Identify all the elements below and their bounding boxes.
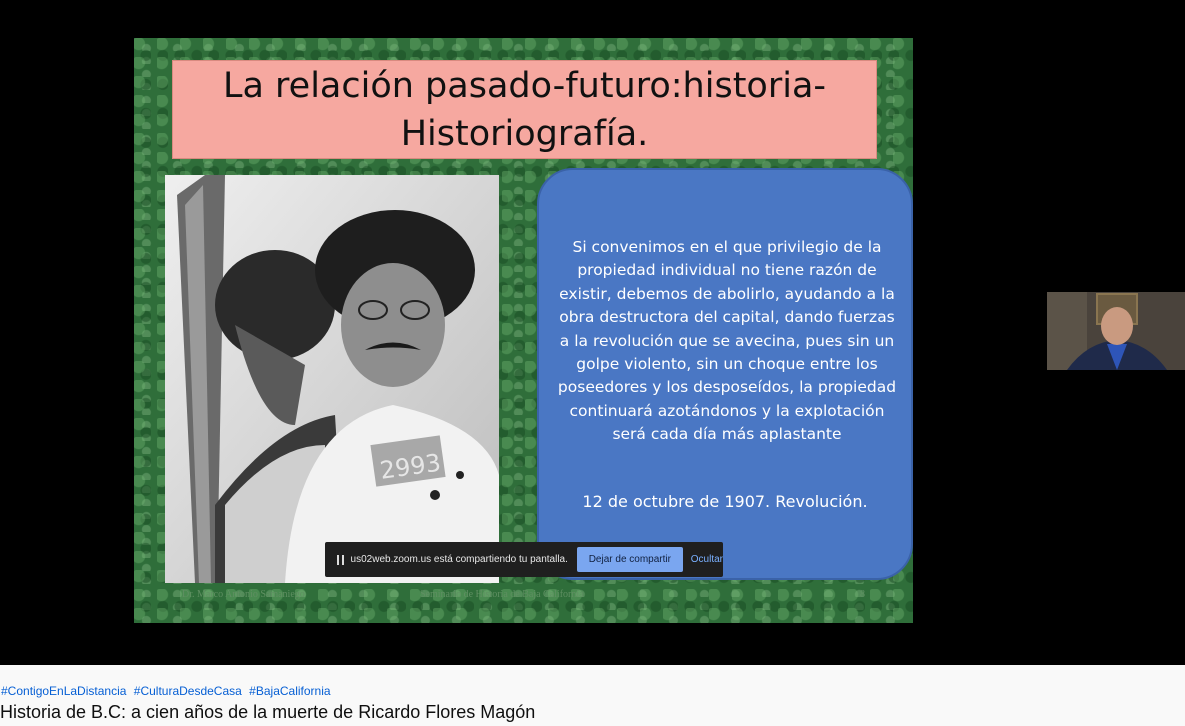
video-player[interactable]: La relación pasado-futuro:historia- Hist… bbox=[0, 0, 1185, 665]
slide-title-line-2: Historiografía. bbox=[400, 113, 649, 154]
slide-page-number: 8 bbox=[860, 589, 865, 600]
quote-text: Si convenimos en el que privilegio de la… bbox=[557, 238, 897, 444]
hashtag-list: #ContigoEnLaDistancia #CulturaDesdeCasa … bbox=[1, 684, 335, 698]
presentation-slide: La relación pasado-futuro:historia- Hist… bbox=[134, 38, 913, 623]
slide-title-box: La relación pasado-futuro:historia- Hist… bbox=[172, 60, 877, 159]
hashtag-link[interactable]: #CulturaDesdeCasa bbox=[134, 684, 242, 698]
hide-button[interactable]: Ocultar bbox=[691, 554, 723, 565]
share-message: us02web.zoom.us está compartiendo tu pan… bbox=[350, 554, 568, 565]
slide-footer-author: Dr. Marco Antonio Samaniego bbox=[182, 589, 305, 600]
video-title: Historia de B.C: a cien años de la muert… bbox=[0, 702, 536, 722]
speaker-video-thumbnail[interactable] bbox=[1047, 292, 1185, 370]
historical-photo: 2993 bbox=[165, 175, 499, 583]
quote-source: 12 de octubre de 1907. Revolución. bbox=[582, 492, 868, 511]
stop-sharing-button[interactable]: Dejar de compartir bbox=[576, 547, 683, 572]
slide-footer-seminar: Seminario de Historia de Baja California bbox=[420, 589, 584, 600]
quote-box: Si convenimos en el que privilegio de la… bbox=[537, 168, 913, 580]
screen-share-bar: us02web.zoom.us está compartiendo tu pan… bbox=[325, 542, 723, 577]
slide-title-line-1: La relación pasado-futuro:historia- bbox=[222, 65, 827, 106]
hashtag-link[interactable]: #BajaCalifornia bbox=[249, 684, 330, 698]
pause-icon[interactable] bbox=[333, 552, 349, 568]
hashtag-link[interactable]: #ContigoEnLaDistancia bbox=[1, 684, 126, 698]
